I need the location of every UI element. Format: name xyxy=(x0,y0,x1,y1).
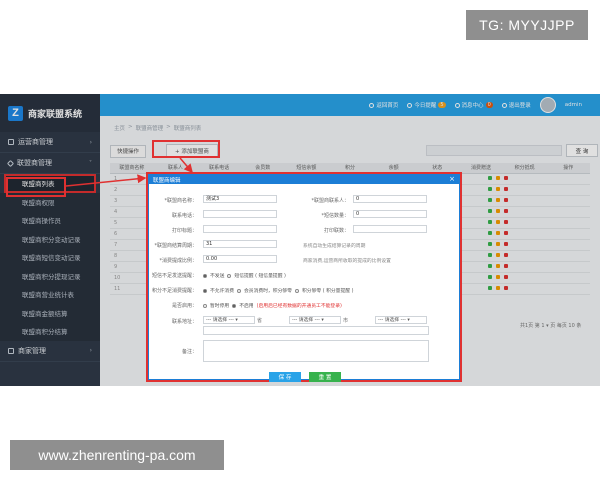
select-value: --- 请选择 --- xyxy=(206,318,234,323)
radio-label: 暂时停用 xyxy=(210,304,230,309)
field-label: 联系地址： xyxy=(171,319,197,325)
print-copies-input[interactable] xyxy=(353,225,427,233)
radio-label: 不发送 xyxy=(210,274,225,279)
district-select[interactable]: --- 请选择 --- ▾ xyxy=(375,316,427,324)
dialog-title: 联盟商编辑 xyxy=(153,177,181,184)
select-value: --- 请选择 --- xyxy=(378,318,406,323)
enabled-radios: 暂时停用 不启用 (启用后已经有数据的开通员工不能登录) xyxy=(203,302,342,309)
field-label: 联系电话： xyxy=(171,213,197,219)
cycle-note: 系统自动生成结算记录的周期 xyxy=(303,244,366,249)
sms-count-input[interactable]: 0 xyxy=(353,210,427,218)
watermark-top: TG: MYYJJPP xyxy=(466,10,588,40)
radio-label: 积分够零 ( 积分量提醒 ) xyxy=(301,289,354,294)
sms-reminder-radios: 不发送 短信提醒 ( 短信量提醒 ) xyxy=(203,272,286,279)
phone-input[interactable] xyxy=(203,210,277,218)
close-icon[interactable]: × xyxy=(449,176,455,183)
select-value: --- 请选择 --- xyxy=(292,318,320,323)
field-label: *联盟商联系人： xyxy=(311,198,349,204)
radio-icon[interactable] xyxy=(227,273,232,278)
edit-dialog: 联盟商编辑 × *联盟商名称： 测试3 *联盟商联系人： 0 联系电话： *短信… xyxy=(148,174,460,382)
highlight-menu-item xyxy=(6,177,66,197)
contact-input[interactable]: 0 xyxy=(353,195,427,203)
field-label: 是否启用： xyxy=(171,303,197,309)
ratio-note: 商家消费,运营商所收取的提成的比例设置 xyxy=(303,259,391,264)
address-input[interactable] xyxy=(203,326,429,335)
field-label: 积分不足消费提醒： xyxy=(151,288,197,294)
enabled-warning: (启用后已经有数据的开通员工不能登录) xyxy=(256,304,342,309)
remark-textarea[interactable] xyxy=(203,340,429,362)
radio-icon[interactable] xyxy=(203,303,207,308)
reset-button[interactable]: 重 置 xyxy=(309,372,341,382)
name-input[interactable]: 测试3 xyxy=(203,195,277,203)
province-unit: 省 xyxy=(257,318,263,324)
field-label: 打印标题： xyxy=(171,228,197,234)
province-select[interactable]: --- 请选择 --- ▾ xyxy=(203,316,255,324)
field-label: *联盟商结算周期： xyxy=(154,243,197,249)
radio-label: 会员消费时，积分够零 xyxy=(244,289,292,294)
points-reminder-radios: 不允许消费 会员消费时，积分够零 积分够零 ( 积分量提醒 ) xyxy=(203,287,353,294)
radio-icon[interactable] xyxy=(294,288,299,293)
field-label: *短信数量： xyxy=(321,213,349,219)
highlight-add-button xyxy=(152,140,220,158)
radio-icon[interactable] xyxy=(203,288,207,293)
watermark-bottom: www.zhenrenting-pa.com xyxy=(10,440,224,470)
radio-label: 短信提醒 ( 短信量提醒 ) xyxy=(234,274,286,279)
city-select[interactable]: --- 请选择 --- ▾ xyxy=(289,316,341,324)
radio-icon[interactable] xyxy=(232,303,237,308)
field-label: 打印联数： xyxy=(323,228,349,234)
field-label: *联盟商名称： xyxy=(164,198,197,204)
save-button[interactable]: 保 存 xyxy=(269,372,301,382)
radio-label: 不允许消费 xyxy=(210,289,234,294)
field-label: *消费提成比例： xyxy=(159,258,197,264)
radio-label: 不启用 xyxy=(239,304,254,309)
settlement-cycle-input[interactable]: 31 xyxy=(203,240,277,248)
commission-ratio-input[interactable]: 0.00 xyxy=(203,255,277,263)
field-label: 短信不足发送提醒： xyxy=(151,273,197,279)
city-unit: 市 xyxy=(343,318,349,324)
print-title-input[interactable] xyxy=(203,225,277,233)
field-label: 备注： xyxy=(181,349,197,355)
dialog-title-bar: 联盟商编辑 × xyxy=(149,175,459,184)
radio-icon[interactable] xyxy=(203,273,207,278)
radio-icon[interactable] xyxy=(237,288,241,293)
